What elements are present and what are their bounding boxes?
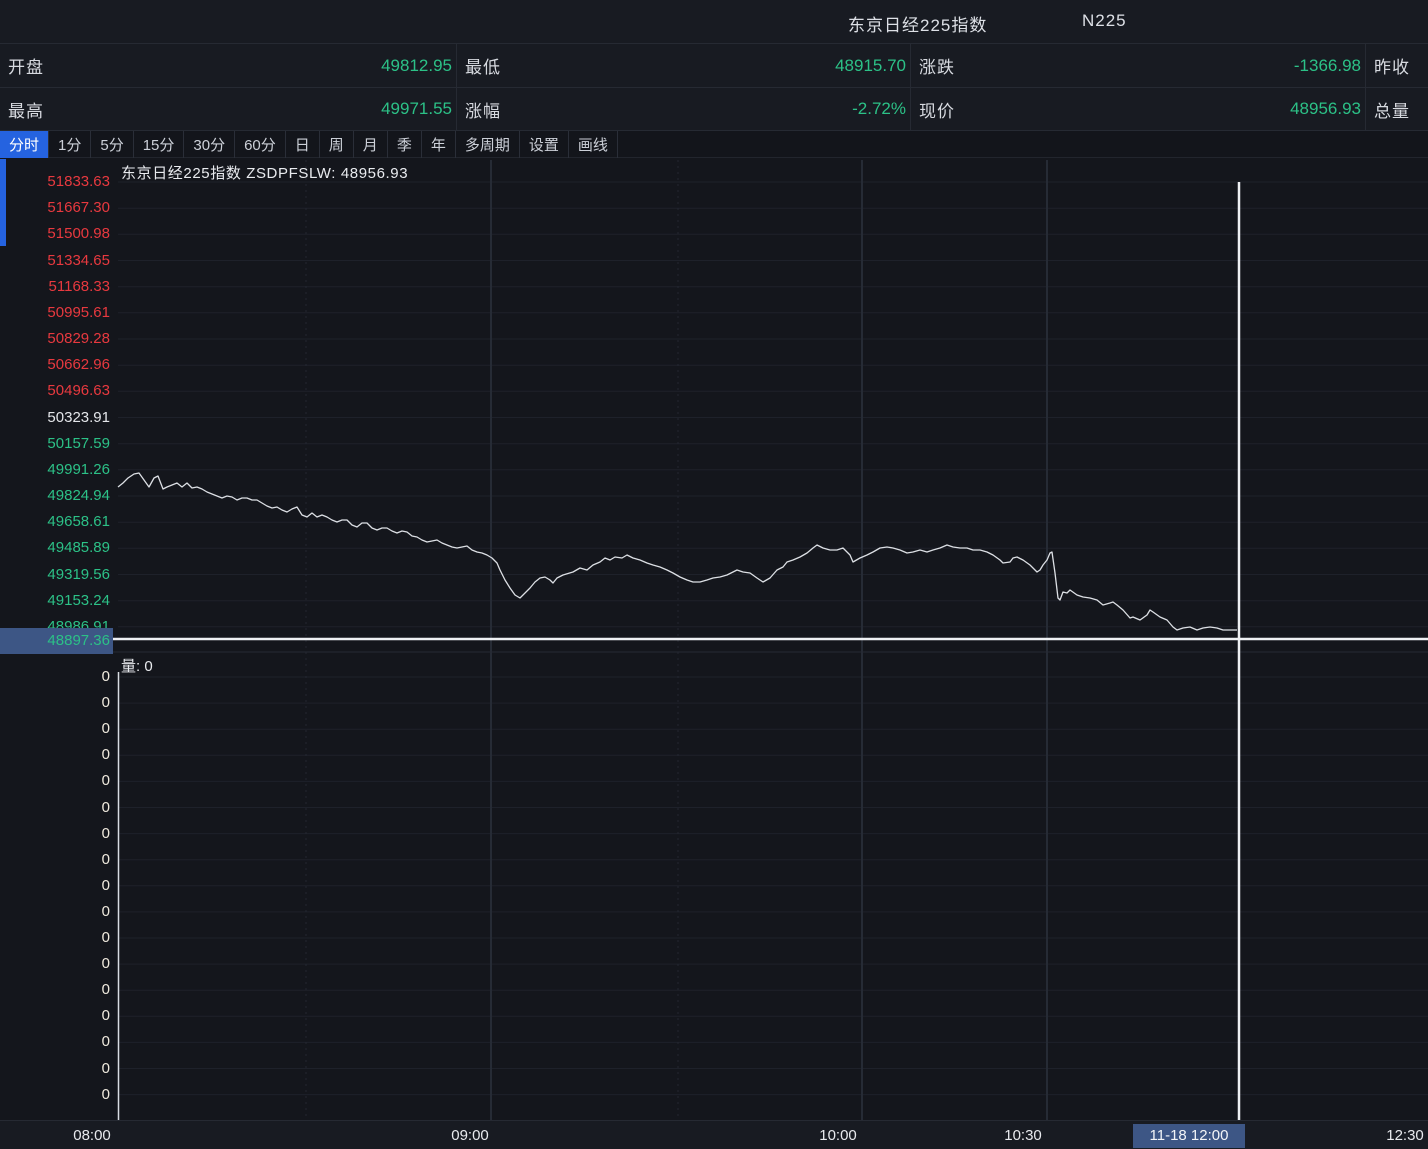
price-tick: 49153.24 (0, 592, 110, 610)
price-tick: 49824.94 (0, 487, 110, 505)
price-tick: 50662.96 (0, 356, 110, 374)
volume-tick: 0 (0, 929, 110, 947)
trading-app-window: 东京日经225指数 N225 开盘49812.95最低48915.70涨跌-13… (0, 0, 1428, 1149)
price-tick: 51667.30 (0, 199, 110, 217)
price-tick: 51500.98 (0, 225, 110, 243)
volume-tick: 0 (0, 720, 110, 738)
crosshair-time-chip: 11-18 12:00 (1133, 1124, 1245, 1148)
price-tick: 49658.61 (0, 513, 110, 531)
volume-tick: 0 (0, 903, 110, 921)
price-tick: 49319.56 (0, 566, 110, 584)
volume-tick: 0 (0, 746, 110, 764)
volume-tick: 0 (0, 1060, 110, 1078)
volume-tick: 0 (0, 851, 110, 869)
volume-tick: 0 (0, 772, 110, 790)
crosshair-price-chip: 48897.36 (0, 628, 113, 654)
volume-tick: 0 (0, 955, 110, 973)
price-tick: 51833.63 (0, 173, 110, 191)
time-tick: 10:30 (1004, 1127, 1042, 1144)
chart-overlay-title: 东京日经225指数 ZSDPFSLW: 48956.93 (121, 162, 408, 183)
volume-current-label: 量: 0 (121, 655, 153, 676)
volume-tick: 0 (0, 981, 110, 999)
time-tick: 09:00 (451, 1127, 489, 1144)
volume-tick: 0 (0, 877, 110, 895)
price-tick: 50323.91 (0, 409, 110, 427)
price-tick: 49991.26 (0, 461, 110, 479)
price-tick: 51168.33 (0, 278, 110, 296)
price-tick: 50995.61 (0, 304, 110, 322)
price-tick: 51334.65 (0, 252, 110, 270)
price-tick: 50496.63 (0, 382, 110, 400)
volume-tick: 0 (0, 1033, 110, 1051)
price-tick: 50157.59 (0, 435, 110, 453)
volume-tick: 0 (0, 1007, 110, 1025)
volume-tick: 0 (0, 825, 110, 843)
time-tick: 10:00 (819, 1127, 857, 1144)
volume-tick: 0 (0, 694, 110, 712)
volume-tick: 0 (0, 799, 110, 817)
price-tick: 50829.28 (0, 330, 110, 348)
price-tick: 49485.89 (0, 539, 110, 557)
volume-tick: 0 (0, 668, 110, 686)
left-scrollbar-thumb[interactable] (0, 159, 6, 246)
time-tick: 08:00 (73, 1127, 111, 1144)
time-tick: 12:30 (1386, 1127, 1424, 1144)
volume-tick: 0 (0, 1086, 110, 1104)
